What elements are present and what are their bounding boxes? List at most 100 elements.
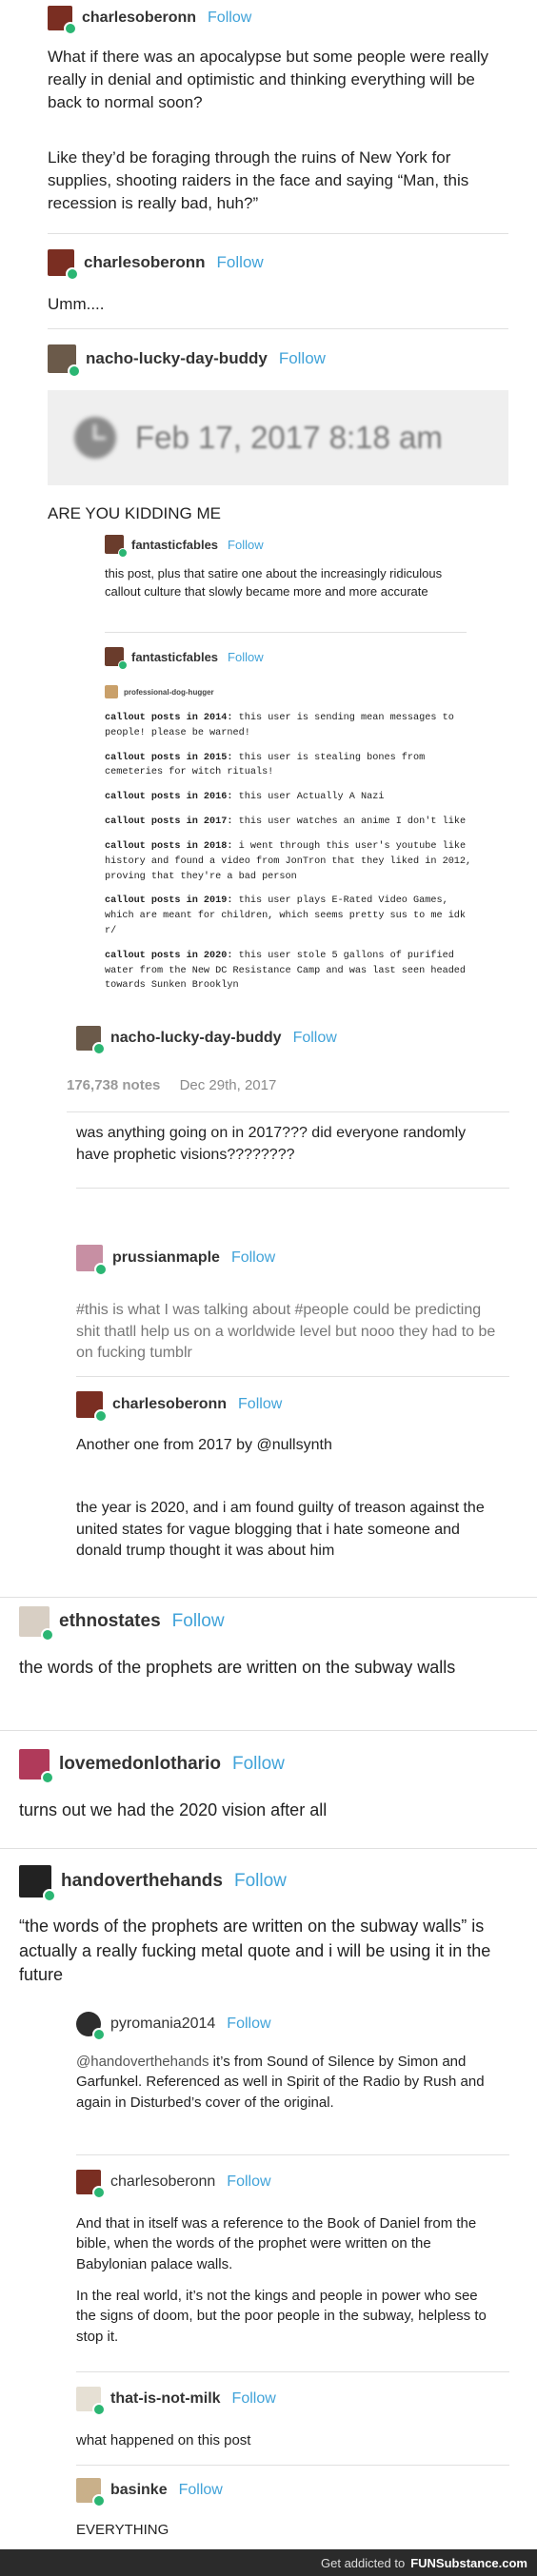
avatar[interactable] (19, 1606, 54, 1642)
username[interactable]: charlesoberonn (84, 253, 206, 272)
avatar[interactable] (76, 2012, 106, 2041)
reblog-badge-icon (41, 1771, 54, 1784)
divider (48, 328, 508, 329)
follow-button[interactable]: Follow (232, 1754, 285, 1775)
avatar[interactable] (19, 1865, 56, 1902)
follow-button[interactable]: Follow (279, 349, 326, 368)
post-text: turns out we had the 2020 vision after a… (19, 1800, 328, 1819)
callout-item: callout posts in 2019: this user plays E… (105, 894, 476, 938)
post-text: the year is 2020, and i am found guilty … (76, 1500, 485, 1560)
post-header: charlesoberonn Follow (48, 249, 264, 281)
callout-label: callout posts in 2015: (105, 752, 233, 763)
post-text: @handoverthehands it’s from Sound of Sil… (76, 2052, 495, 2113)
reblog-badge-icon (64, 22, 77, 35)
reblog-badge-icon (92, 2403, 106, 2416)
callout-text: this user Actually A Nazi (238, 792, 385, 803)
post-text: “the words of the prophets are written o… (19, 1917, 491, 1985)
post-header: that-is-not-milk Follow (76, 2387, 276, 2416)
follow-button[interactable]: Follow (228, 650, 264, 664)
follow-button[interactable]: Follow (238, 1396, 282, 1413)
post-text: what happened on this post (76, 2432, 251, 2448)
avatar[interactable] (48, 249, 79, 281)
watermark-footer: Get addicted to FUNSubstance.com (0, 2549, 537, 2576)
avatar[interactable] (76, 1026, 106, 1055)
follow-button[interactable]: Follow (208, 10, 251, 27)
follow-button[interactable]: Follow (232, 2390, 276, 2408)
follow-button[interactable]: Follow (228, 538, 264, 552)
divider (105, 632, 467, 633)
reblog-badge-icon (41, 1628, 54, 1642)
avatar[interactable] (76, 1245, 108, 1276)
avatar[interactable] (76, 2387, 106, 2416)
avatar[interactable] (105, 535, 128, 558)
divider (0, 1848, 537, 1849)
avatar[interactable] (19, 1749, 54, 1784)
callout-item: callout posts in 2016: this user Actuall… (105, 790, 476, 805)
note-count-row: 176,738 notes Dec 29th, 2017 (67, 1077, 276, 1093)
username[interactable]: charlesoberonn (112, 1396, 227, 1413)
reblog-badge-icon (92, 1042, 106, 1055)
username[interactable]: that-is-not-milk (110, 2390, 221, 2408)
username[interactable]: fantasticfables (131, 650, 218, 664)
avatar[interactable] (48, 344, 81, 378)
callout-label: callout posts in 2018: (105, 840, 233, 852)
follow-button[interactable]: Follow (293, 1030, 337, 1047)
post-header: pyromania2014 Follow (76, 2012, 271, 2041)
post-header: prussianmaple Follow (76, 1245, 275, 1276)
username[interactable]: ethnostates (59, 1611, 161, 1632)
timestamp-screenshot: Feb 17, 2017 8:18 am (48, 390, 508, 485)
username[interactable]: fantasticfables (131, 538, 218, 552)
divider (76, 2371, 509, 2372)
nested-header: nacho-lucky-day-buddy Follow (76, 1026, 337, 1055)
divider (76, 2465, 509, 2466)
divider (76, 1188, 509, 1189)
follow-button[interactable]: Follow (227, 2173, 270, 2191)
avatar[interactable] (105, 685, 118, 698)
post-tags: #this is what I was talking about #peopl… (76, 1302, 496, 1362)
follow-button[interactable]: Follow (217, 253, 264, 272)
post-header: charlesoberonn Follow (76, 1391, 282, 1423)
avatar[interactable] (48, 6, 77, 35)
username[interactable]: handoverthehands (61, 1871, 223, 1892)
username[interactable]: basinke (110, 2482, 168, 2499)
post-text: Another one from 2017 by @nullsynth (76, 1437, 332, 1453)
callout-label: callout posts in 2019: (105, 895, 233, 907)
nested-header: fantasticfables Follow (105, 647, 264, 670)
username[interactable]: prussianmaple (112, 1249, 220, 1267)
username[interactable]: charlesoberonn (110, 2173, 215, 2191)
callout-label: callout posts in 2020: (105, 950, 233, 961)
callout-list: callout posts in 2014: this user is send… (105, 711, 476, 1003)
username[interactable]: pyromania2014 (110, 2016, 215, 2033)
avatar[interactable] (76, 2170, 106, 2199)
avatar[interactable] (76, 1391, 108, 1423)
follow-button[interactable]: Follow (231, 1249, 275, 1267)
clock-icon (74, 417, 116, 459)
follow-button[interactable]: Follow (172, 1611, 225, 1632)
follow-button[interactable]: Follow (179, 2482, 223, 2499)
reblog-badge-icon (43, 1889, 56, 1902)
username[interactable]: professional-dog-hugger (124, 688, 214, 697)
reblog-badge-icon (94, 1263, 108, 1276)
divider (0, 1597, 537, 1598)
post-text: Like they’d be foraging through the ruin… (48, 148, 469, 213)
follow-button[interactable]: Follow (227, 2016, 270, 2033)
post-text: was anything going on in 2017??? did eve… (76, 1125, 467, 1163)
username[interactable]: nacho-lucky-day-buddy (110, 1030, 282, 1047)
post-header: charlesoberonn Follow (76, 2170, 271, 2199)
post-header: basinke Follow (76, 2478, 223, 2507)
avatar[interactable] (105, 647, 128, 670)
post-text: In the real world, it’s not the kings an… (76, 2288, 487, 2345)
mention-link[interactable]: @handoverthehands (76, 2054, 209, 2070)
username[interactable]: nacho-lucky-day-buddy (86, 349, 268, 368)
callout-text: this user watches an anime I don't like (238, 816, 467, 828)
avatar[interactable] (76, 2478, 106, 2507)
reblog-badge-icon (66, 267, 79, 281)
username[interactable]: lovemedonlothario (59, 1754, 221, 1775)
note-count[interactable]: 176,738 notes (67, 1077, 160, 1093)
post-text: EVERYTHING (76, 2522, 169, 2538)
callout-label: callout posts in 2016: (105, 792, 233, 803)
follow-button[interactable]: Follow (234, 1871, 287, 1892)
username[interactable]: charlesoberonn (82, 10, 196, 27)
nested-header: professional-dog-hugger (105, 685, 214, 698)
footer-brand[interactable]: FUNSubstance.com (410, 2556, 527, 2570)
